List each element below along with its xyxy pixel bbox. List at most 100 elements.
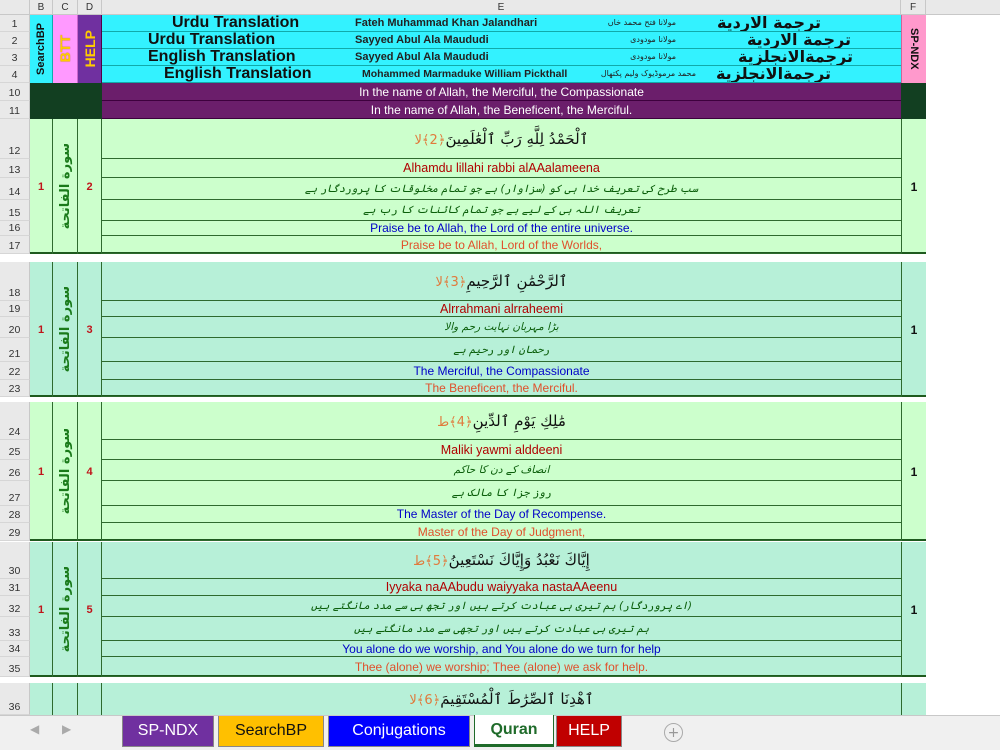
verse-cell[interactable]: The Master of the Day of Recompense. xyxy=(102,506,901,523)
surah-name-cell[interactable]: سورة الفاتحة xyxy=(53,542,78,677)
ayah-number-cell[interactable]: 5 xyxy=(78,542,102,677)
row-header[interactable]: 24 xyxy=(0,402,30,440)
row-header[interactable]: 3 xyxy=(0,49,30,66)
verse-cell[interactable]: The Beneficent, the Merciful. xyxy=(102,380,901,397)
row-header[interactable]: 23 xyxy=(0,380,30,397)
row-header[interactable]: 29 xyxy=(0,523,30,541)
verse-cell[interactable]: تعریف اللہ ہی کے لیے ہے جو تمام کائنات ک… xyxy=(102,200,901,221)
ayah-number-cell[interactable]: 4 xyxy=(78,402,102,541)
surah-name-cell[interactable] xyxy=(53,683,78,715)
row-header[interactable]: 30 xyxy=(0,542,30,579)
surah-number-cell[interactable] xyxy=(30,683,53,715)
row-header[interactable]: 33 xyxy=(0,617,30,641)
surah-name-cell[interactable]: سورة الفاتحة xyxy=(53,262,78,397)
header-title: Urdu Translation xyxy=(148,32,276,48)
verse-cell[interactable]: Master of the Day of Judgment, xyxy=(102,523,901,541)
ayah-number-cell[interactable]: 2 xyxy=(78,119,102,254)
index-cell[interactable]: 1 xyxy=(901,262,926,397)
row-header[interactable]: 25 xyxy=(0,440,30,460)
ayah-number: 2 xyxy=(86,180,93,193)
verse-cell[interactable]: (اے پروردگار) ہم تیری ہی عبادت کرتے ہیں … xyxy=(102,596,901,617)
spndx-link-cell[interactable]: SP-NDX xyxy=(901,15,926,83)
row-header[interactable]: 14 xyxy=(0,178,30,200)
row-header[interactable]: 36 xyxy=(0,683,30,715)
verse-cell[interactable]: رحمان اور رحیم ہے xyxy=(102,338,901,362)
sheet-tab-help[interactable]: HELP xyxy=(556,716,622,747)
verse-cell[interactable]: Iyyaka naAAbudu waiyyaka nastaAAeenu xyxy=(102,579,901,596)
scroll-right-icon[interactable]: ▶ xyxy=(62,722,71,736)
column-header-c[interactable]: C xyxy=(53,0,78,15)
row-header[interactable]: 2 xyxy=(0,32,30,49)
surah-name-cell[interactable]: سورة الفاتحة xyxy=(53,119,78,254)
verse-cell[interactable]: إِيَّاكَ نَعْبُدُ وَإِيَّاكَ نَسْتَعِينُ… xyxy=(102,542,901,579)
surah-number-cell[interactable]: 1 xyxy=(30,542,53,677)
column-header-e[interactable]: E xyxy=(102,0,901,15)
row-header[interactable]: 15 xyxy=(0,200,30,221)
row-header[interactable]: 16 xyxy=(0,221,30,236)
row-header[interactable]: 28 xyxy=(0,506,30,523)
select-all-corner[interactable] xyxy=(0,0,30,15)
row-header[interactable]: 4 xyxy=(0,66,30,83)
row-header[interactable]: 10 xyxy=(0,83,30,101)
sheet-tab-conjugations[interactable]: Conjugations xyxy=(328,716,470,747)
help-label: HELP xyxy=(81,30,98,68)
scroll-left-icon[interactable]: ◀ xyxy=(30,722,39,736)
verse-text-column: مَٰلِكِ يَوْمِ ٱلدِّينِ﴿4﴾ط Maliki yawmi … xyxy=(102,402,901,541)
row-header[interactable]: 27 xyxy=(0,481,30,506)
row-header[interactable]: 12 xyxy=(0,119,30,159)
row-header[interactable]: 13 xyxy=(0,159,30,178)
row-header[interactable]: 17 xyxy=(0,236,30,254)
index-cell[interactable] xyxy=(901,683,926,715)
ayah-number-cell[interactable]: 3 xyxy=(78,262,102,397)
row-header[interactable]: 22 xyxy=(0,362,30,380)
sheet-tab-searchbp[interactable]: SearchBP xyxy=(218,716,324,747)
row-header[interactable]: 18 xyxy=(0,262,30,301)
surah-number-cell[interactable]: 1 xyxy=(30,119,53,254)
add-sheet-icon[interactable]: + xyxy=(664,723,683,742)
verse-cell[interactable]: Thee (alone) we worship; Thee (alone) we… xyxy=(102,657,901,677)
row-header[interactable]: 11 xyxy=(0,101,30,119)
verse-cell[interactable]: ٱهْدِنَا ٱلصِّرَٰطَ ٱلْمُسْتَقِيمَ﴿6﴾لا xyxy=(102,683,901,715)
row-header[interactable]: 31 xyxy=(0,579,30,596)
row-header[interactable]: 34 xyxy=(0,641,30,657)
verse-cell[interactable]: ٱلرَّحْمَٰنِ ٱلرَّحِيمِ﴿3﴾لا xyxy=(102,262,901,301)
verse-index: 1 xyxy=(910,179,918,194)
verse-cell[interactable]: روز جزا کا مالک ہے xyxy=(102,481,901,506)
index-cell[interactable]: 1 xyxy=(901,402,926,541)
verse-cell[interactable]: You alone do we worship, and You alone d… xyxy=(102,641,901,657)
ayah-number: 4 xyxy=(86,465,93,478)
index-cell[interactable]: 1 xyxy=(901,542,926,677)
verse-cell[interactable]: Praise be to Allah, Lord of the Worlds, xyxy=(102,236,901,254)
row-header[interactable]: 35 xyxy=(0,657,30,677)
column-header-b[interactable]: B xyxy=(30,0,53,15)
verse-cell[interactable]: ہم تیری ہی عبادت کرتے ہیں اور تجھی سے مد… xyxy=(102,617,901,641)
surah-name-cell[interactable]: سورة الفاتحة xyxy=(53,402,78,541)
row-header[interactable]: 32 xyxy=(0,596,30,617)
verse-cell[interactable]: Alrrahmani alrraheemi xyxy=(102,301,901,317)
help-link-cell[interactable]: HELP xyxy=(78,15,102,83)
surah-number-cell[interactable]: 1 xyxy=(30,262,53,397)
sheet-tab-spndx[interactable]: SP-NDX xyxy=(122,716,214,747)
verse-cell[interactable]: بڑا مہربان نہایت رحم والا xyxy=(102,317,901,338)
column-header-f[interactable]: F xyxy=(901,0,926,15)
verse-cell[interactable]: سب طرح کی تعریف خدا ہی کو (سزاوار) ہے جو… xyxy=(102,178,901,200)
index-cell[interactable]: 1 xyxy=(901,119,926,254)
row-header[interactable]: 20 xyxy=(0,317,30,338)
verse-cell[interactable]: انصاف کے دن کا حاکم xyxy=(102,460,901,481)
verse-cell[interactable]: The Merciful, the Compassionate xyxy=(102,362,901,380)
sheet-tab-quran[interactable]: Quran xyxy=(474,715,554,747)
column-header-d[interactable]: D xyxy=(78,0,102,15)
verse-cell[interactable]: ٱلْحَمْدُ لِلَّهِ رَبِّ ٱلْعَٰلَمِينَ﴿2﴾… xyxy=(102,119,901,159)
row-header[interactable]: 1 xyxy=(0,15,30,32)
ayah-number-cell[interactable] xyxy=(78,683,102,715)
searchbp-link-cell[interactable]: SearchBP xyxy=(30,15,53,83)
verse-cell[interactable]: Alhamdu lillahi rabbi alAAalameena xyxy=(102,159,901,178)
row-header[interactable]: 19 xyxy=(0,301,30,317)
verse-cell[interactable]: Praise be to Allah, the Lord of the enti… xyxy=(102,221,901,236)
surah-number-cell[interactable]: 1 xyxy=(30,402,53,541)
row-header[interactable]: 21 xyxy=(0,338,30,362)
verse-cell[interactable]: Maliki yawmi alddeeni xyxy=(102,440,901,460)
btt-link-cell[interactable]: BTT xyxy=(53,15,78,83)
verse-cell[interactable]: مَٰلِكِ يَوْمِ ٱلدِّينِ﴿4﴾ط xyxy=(102,402,901,440)
row-header[interactable]: 26 xyxy=(0,460,30,481)
